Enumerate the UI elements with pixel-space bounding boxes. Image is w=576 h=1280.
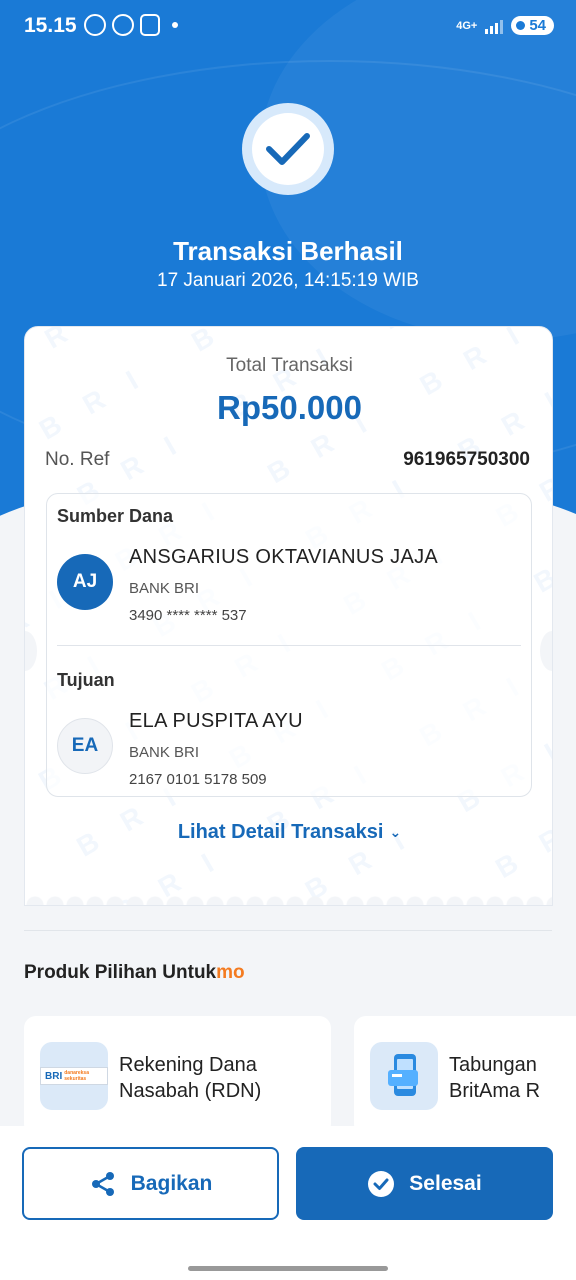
source-name: ANSGARIUS OKTAVIANUS JAJA — [129, 546, 439, 568]
status-time: 15.15 — [24, 14, 77, 37]
home-indicator[interactable] — [188, 1266, 388, 1271]
whatsapp-icon — [84, 14, 106, 36]
divider — [57, 645, 521, 646]
receipt-zigzag-edge — [25, 891, 552, 905]
share-label: Bagikan — [130, 1171, 213, 1195]
destination-bank: BANK BRI — [129, 744, 200, 761]
product-label: Tabungan BritAma R — [449, 1054, 541, 1102]
status-right: 4G+ 54 — [456, 16, 554, 35]
products-title: Produk Pilihan Untukmo — [24, 962, 245, 983]
view-detail-link[interactable]: Lihat Detail Transaksi ⌄ — [25, 821, 552, 844]
page-title: Transaksi Berhasil — [173, 236, 403, 266]
signal-icon — [485, 18, 504, 34]
chevron-down-icon: ⌄ — [389, 824, 402, 841]
mobile-card-icon — [370, 1042, 438, 1110]
status-bar: 15.15 4G+ 54 — [0, 0, 576, 52]
notification-icons — [84, 14, 178, 36]
source-account: 3490 **** **** 537 — [129, 607, 247, 624]
source-bank: BANK BRI — [129, 580, 200, 597]
brimo-icon — [140, 14, 160, 36]
success-check-icon — [242, 103, 334, 195]
section-divider — [24, 930, 552, 931]
bri-danareksa-logo: BRI danareksa sekuritas — [40, 1042, 108, 1110]
check-circle-icon — [368, 1170, 395, 1197]
done-button[interactable]: Selesai — [296, 1147, 553, 1220]
destination-name: ELA PUSPITA AYU — [129, 710, 303, 732]
product-card-britama[interactable]: Tabungan BritAma R — [354, 1016, 576, 1136]
destination-section-label: Tujuan — [57, 670, 115, 690]
bottom-action-bar: Bagikan Selesai — [0, 1126, 576, 1280]
party-details: Sumber Dana AJ ANSGARIUS OKTAVIANUS JAJA… — [46, 493, 532, 797]
network-type: 4G+ — [456, 19, 478, 32]
product-card-rdn[interactable]: BRI danareksa sekuritas Rekening Dana Nas… — [24, 1016, 331, 1136]
ref-label: No. Ref — [45, 449, 110, 470]
battery-icon: 54 — [511, 16, 554, 35]
destination-account: 2167 0101 5178 509 — [129, 771, 267, 788]
total-label: Total Transaksi — [226, 355, 353, 376]
chat-icon — [112, 14, 134, 36]
product-label: Rekening Dana Nasabah (RDN) — [119, 1054, 262, 1102]
source-section-label: Sumber Dana — [57, 506, 174, 526]
total-amount: Rp50.000 — [217, 389, 362, 426]
destination-avatar: EA — [57, 718, 113, 774]
view-detail-label: Lihat Detail Transaksi — [177, 821, 384, 843]
done-label: Selesai — [409, 1171, 482, 1195]
share-icon — [91, 1171, 114, 1196]
share-button[interactable]: Bagikan — [22, 1147, 279, 1220]
receipt-card: BRI BRI BRI BRI BRI BRI BRI BRI BRI BRI … — [24, 326, 553, 906]
source-avatar: AJ — [57, 554, 113, 610]
transaction-datetime: 17 Januari 2026, 14:15:19 WIB — [157, 270, 419, 291]
more-notifications-icon — [172, 22, 178, 28]
ref-value: 961965750300 — [403, 449, 530, 470]
